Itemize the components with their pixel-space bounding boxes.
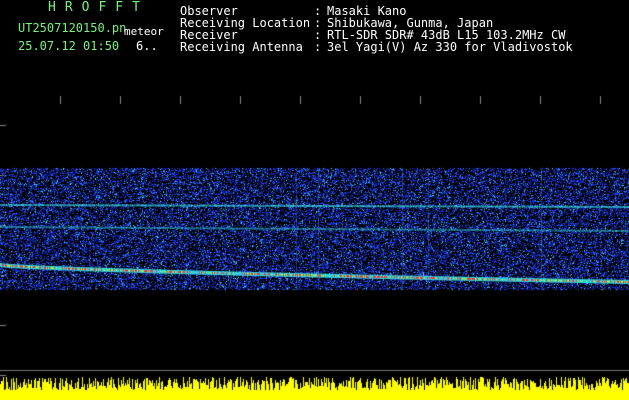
info-value-antenna: 3el Yagi(V) Az 330 for Vladivostok [327,40,573,54]
spectrogram-plot [0,72,629,400]
app-logo: HROFFT [48,0,149,15]
info-label-antenna: Receiving Antenna [180,40,303,54]
info-separator: : [314,40,322,54]
file-name: UT2507120150.pn [18,21,127,35]
spectrogram-window: HROFFT UT2507120150.pn meteor 25.07.12 0… [0,0,629,400]
date-time: 25.07.12 01:50 [18,39,120,53]
detection-tag: meteor [124,25,164,38]
detection-count: 6.. [136,39,158,53]
